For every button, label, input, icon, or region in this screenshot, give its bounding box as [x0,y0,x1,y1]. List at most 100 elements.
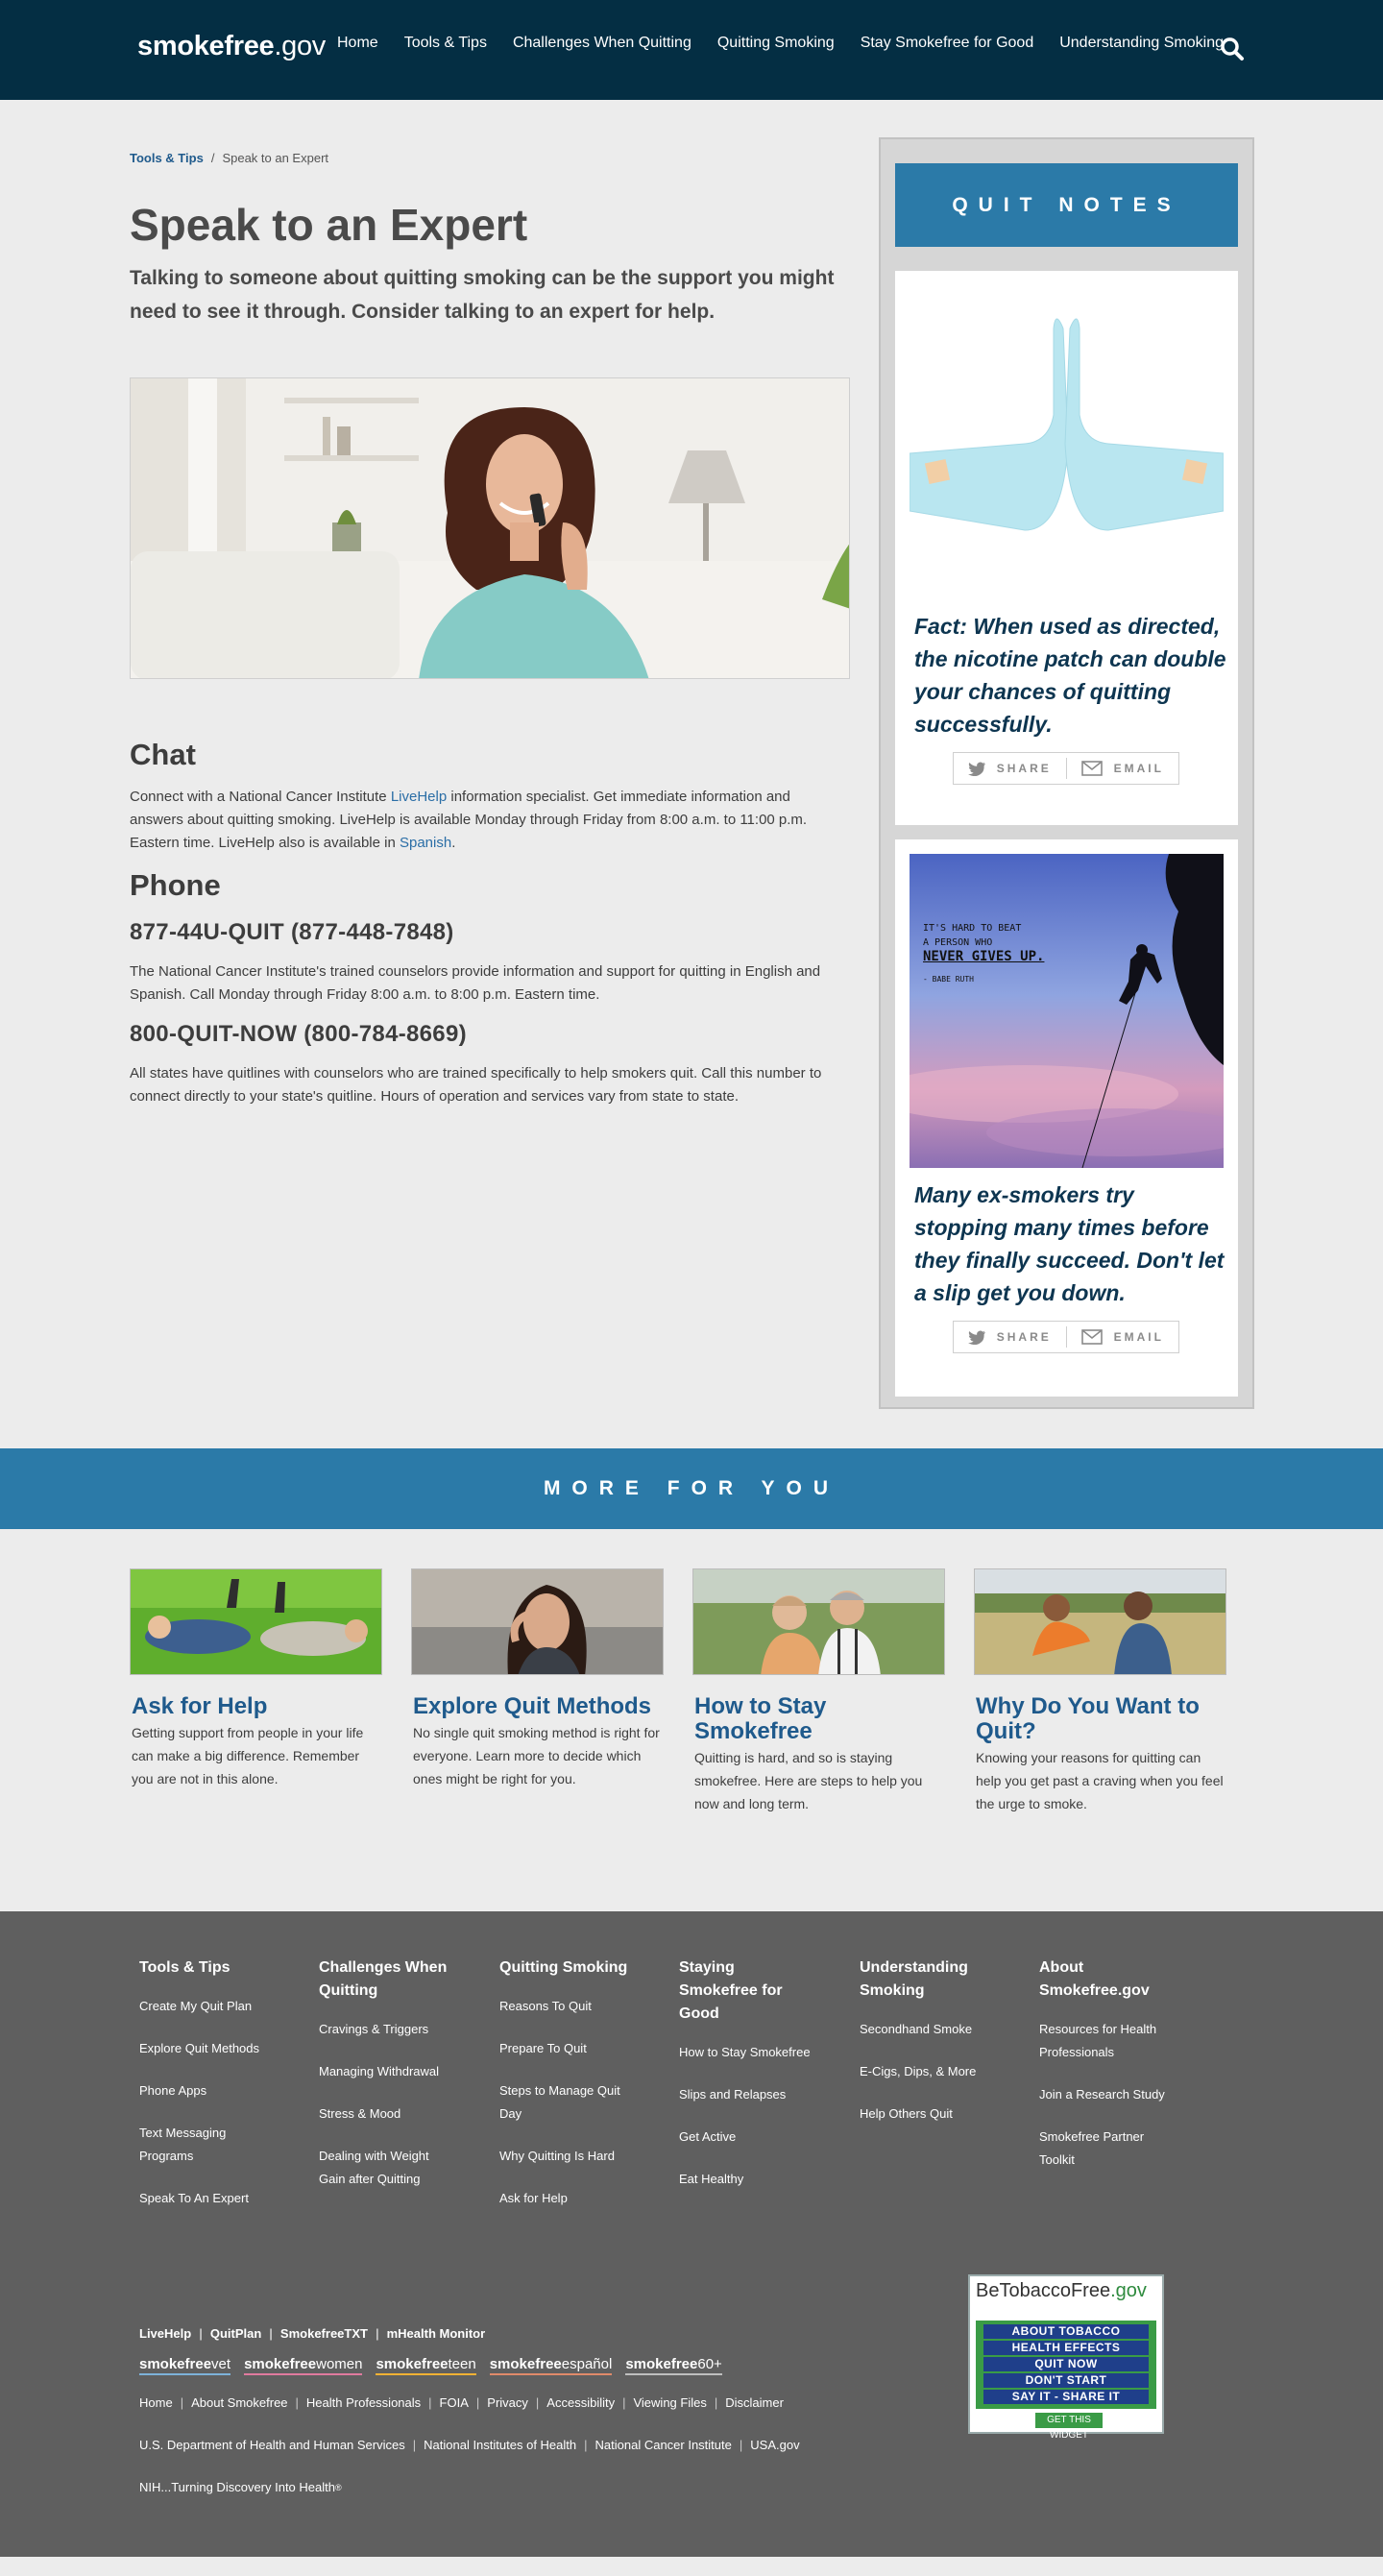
footer-column-heading[interactable]: Understanding Smoking [860,1956,975,2003]
more-card[interactable]: Ask for Help Getting support from people… [130,1568,382,1790]
footer-link[interactable]: Text Messaging Programs [139,2122,245,2168]
card-title[interactable]: How to Stay Smokefree [692,1694,945,1744]
footer-link[interactable]: U.S. Department of Health and Human Serv… [139,2438,405,2452]
footer-link[interactable]: Stress & Mood [319,2102,473,2126]
search-icon[interactable] [1220,36,1245,61]
footer-link[interactable]: About Smokefree [191,2395,287,2410]
footer-link[interactable]: Secondhand Smoke [860,2018,1013,2041]
footer-link[interactable]: Speak To An Expert [139,2187,293,2210]
spanish-link[interactable]: Spanish [400,835,451,851]
footer-link[interactable]: Explore Quit Methods [139,2037,293,2060]
footer-link[interactable]: Slips and Relapses [679,2083,833,2106]
breadcrumb-parent[interactable]: Tools & Tips [130,151,204,165]
footer-link[interactable]: Accessibility [546,2395,615,2410]
widget-item[interactable]: HEALTH EFFECTS [983,2341,1149,2355]
more-card[interactable]: Explore Quit Methods No single quit smok… [411,1568,664,1790]
livehelp-link[interactable]: LiveHelp [391,789,447,805]
brand-link-60plus[interactable]: smokefree60+ [625,2356,722,2375]
widget-title: BeTobaccoFree.gov [976,2280,1147,2301]
footer-link[interactable]: National Institutes of Health [424,2438,576,2452]
card-image-kids-on-grass[interactable] [130,1568,382,1675]
page-bottom-strip [0,2557,1383,2576]
share-button[interactable]: SHARE [954,1330,1066,1345]
footer-column-heading[interactable]: Quitting Smoking [499,1956,653,1980]
footer-link[interactable]: USA.gov [750,2438,799,2452]
card-title[interactable]: Explore Quit Methods [411,1694,664,1719]
nav-stay-smokefree[interactable]: Stay Smokefree for Good [861,35,1034,52]
footer-link[interactable]: Phone Apps [139,2079,293,2102]
footer-link[interactable]: Health Professionals [306,2395,421,2410]
more-card[interactable]: How to Stay Smokefree Quitting is hard, … [692,1568,945,1815]
twitter-icon [967,762,985,776]
footer-link[interactable]: E-Cigs, Dips, & More [860,2060,1013,2083]
more-card[interactable]: Why Do You Want to Quit? Knowing your re… [974,1568,1226,1815]
footer-link[interactable]: Ask for Help [499,2187,653,2210]
footer-link[interactable]: Disclaimer [725,2395,784,2410]
email-button[interactable]: EMAIL [1067,761,1179,776]
nav-challenges[interactable]: Challenges When Quitting [513,35,692,52]
footer-gov-links: U.S. Department of Health and Human Serv… [139,2438,800,2452]
nav-quitting-smoking[interactable]: Quitting Smoking [717,35,835,52]
card-image-woman-thinking[interactable] [411,1568,664,1675]
brand-link-vet[interactable]: smokefreevet [139,2356,231,2375]
get-widget-button[interactable]: GET THIS WIDGET [1035,2413,1103,2441]
widget-item[interactable]: DON'T START [983,2373,1149,2388]
nav-tools-tips[interactable]: Tools & Tips [404,35,487,52]
footer-link[interactable]: QuitPlan [210,2326,261,2341]
hero-image-woman-on-phone [130,377,850,679]
footer-column-heading[interactable]: Tools & Tips [139,1956,293,1980]
footer-column-heading[interactable]: Staying Smokefree for Good [679,1956,813,2026]
nicotine-patch-arms-image [910,318,1224,531]
footer-column-heading[interactable]: About Smokefree.gov [1039,1956,1150,2003]
footer-link[interactable]: Reasons To Quit [499,1995,653,2018]
footer-link[interactable]: Smokefree Partner Toolkit [1039,2126,1145,2172]
footer-link[interactable]: mHealth Monitor [387,2326,486,2341]
share-button[interactable]: SHARE [954,762,1066,776]
nav-understanding-smoking[interactable]: Understanding Smoking [1059,35,1224,52]
footer-link[interactable]: Why Quitting Is Hard [499,2145,653,2168]
footer-link[interactable]: Cravings & Triggers [319,2018,473,2041]
nav-home[interactable]: Home [337,35,378,52]
footer-link[interactable]: How to Stay Smokefree [679,2041,833,2064]
brand-link-espanol[interactable]: smokefreeespañol [489,2356,613,2375]
footer-link[interactable]: Prepare To Quit [499,2037,653,2060]
footer-column-about: About Smokefree.gov Resources for Health… [1039,1956,1193,2191]
quit-notes-sidebar: QUIT NOTES Fact: When used as directed, … [879,137,1254,1409]
card-title[interactable]: Ask for Help [130,1694,382,1719]
card-text: Getting support from people in your life… [132,1725,364,1786]
footer-link[interactable]: Dealing with Weight Gain after Quitting [319,2145,444,2191]
card-title[interactable]: Why Do You Want to Quit? [974,1694,1226,1744]
footer-link[interactable]: Eat Healthy [679,2168,833,2191]
footer-link[interactable]: Help Others Quit [860,2102,1013,2126]
nih-tagline[interactable]: NIH...Turning Discovery Into Health ® [139,2480,342,2494]
footer-program-links: LiveHelp | QuitPlan | SmokefreeTXT | mHealt… [139,2326,486,2341]
footer-link[interactable]: Steps to Manage Quit Day [499,2079,624,2126]
footer-column-heading[interactable]: Challenges When Quitting [319,1956,453,2003]
footer-link[interactable]: Get Active [679,2126,833,2149]
widget-item[interactable]: QUIT NOW [983,2357,1149,2371]
widget-item[interactable]: ABOUT TOBACCO [983,2324,1149,2339]
footer-link[interactable]: LiveHelp [139,2326,191,2341]
footer-link[interactable]: Privacy [487,2395,528,2410]
card-image-mother-child[interactable] [974,1568,1226,1675]
brand-link-women[interactable]: smokefreewomen [244,2356,363,2375]
footer-link[interactable]: Join a Research Study [1039,2083,1193,2106]
footer-link[interactable]: SmokefreeTXT [280,2326,368,2341]
footer-link[interactable]: FOIA [440,2395,469,2410]
footer-link[interactable]: Managing Withdrawal [319,2060,473,2083]
widget-item[interactable]: SAY IT - SHARE IT [983,2390,1149,2404]
card-image-older-couple[interactable] [692,1568,945,1675]
quit-note-card: Fact: When used as directed, the nicotin… [895,271,1238,825]
betobaccofree-widget[interactable]: BeTobaccoFree.gov ABOUT TOBACCO HEALTH E… [968,2274,1164,2441]
babe-ruth-quote: IT'S HARD TO BEAT A PERSON WHO NEVER GIV… [923,923,1045,984]
footer-link[interactable]: Home [139,2395,173,2410]
site-logo[interactable]: smokefree.gov [137,31,326,62]
email-button[interactable]: EMAIL [1067,1329,1179,1345]
footer-link[interactable]: Create My Quit Plan [139,1995,293,2018]
footer-link[interactable]: Resources for Health Professionals [1039,2018,1164,2064]
footer-link[interactable]: Viewing Files [633,2395,706,2410]
footer-link[interactable]: National Cancer Institute [595,2438,732,2452]
quit-note-card: IT'S HARD TO BEAT A PERSON WHO NEVER GIV… [895,839,1238,1397]
breadcrumb-separator: / [210,151,215,165]
brand-link-teen[interactable]: smokefreeteen [376,2356,476,2375]
